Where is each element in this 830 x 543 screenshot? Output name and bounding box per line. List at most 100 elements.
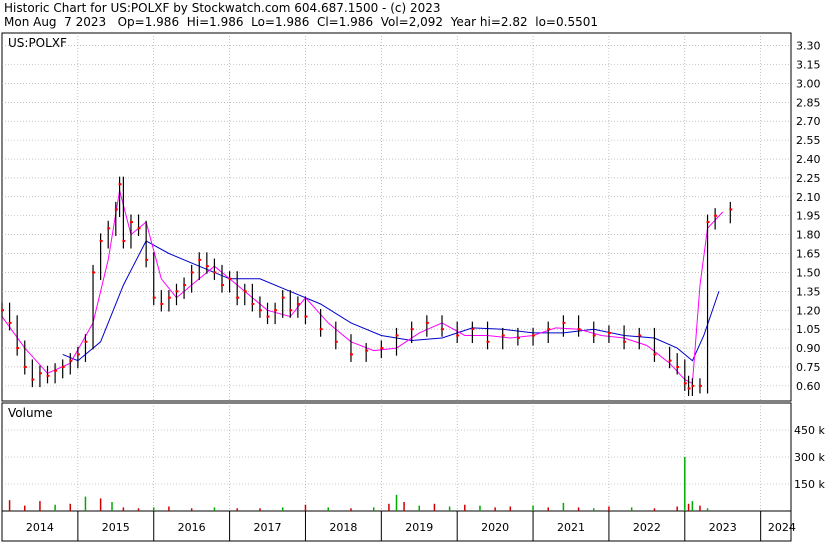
price-tick-label: 0.60 xyxy=(796,380,821,393)
price-volume-chart: 3.30 3.15 3.00 2.85 2.70 2.55 2.40 2.25 2.10 1.95… xyxy=(1,32,825,542)
price-close-mark xyxy=(486,340,490,343)
price-close-mark xyxy=(213,271,217,274)
price-close-mark xyxy=(319,328,323,331)
price-close-mark xyxy=(145,258,149,261)
price-close-mark xyxy=(54,369,58,372)
price-tick-label: 3.30 xyxy=(796,40,821,53)
price-close-mark xyxy=(183,284,187,287)
price-close-mark xyxy=(190,271,194,274)
price-close-mark xyxy=(84,340,88,343)
price-tick-label: 2.10 xyxy=(796,191,821,204)
price-tick-label: 2.40 xyxy=(796,153,821,166)
year-tick-label: 2019 xyxy=(405,521,433,534)
year-tick-label: 2024 xyxy=(768,521,796,534)
price-close-mark xyxy=(205,265,209,268)
price-close-mark xyxy=(266,315,270,318)
price-close-mark xyxy=(365,349,369,352)
price-close-mark xyxy=(38,372,42,375)
price-close-mark xyxy=(122,239,126,242)
price-tick-label: 2.55 xyxy=(796,134,821,147)
price-close-mark xyxy=(676,365,680,368)
price-close-mark xyxy=(160,302,164,305)
price-close-mark xyxy=(380,347,384,350)
price-close-mark xyxy=(706,221,710,224)
price-close-mark xyxy=(456,334,460,337)
year-tick-label: 2020 xyxy=(481,521,509,534)
price-close-mark xyxy=(425,321,429,324)
price-close-mark xyxy=(592,334,596,337)
price-close-mark xyxy=(607,331,611,334)
price-close-mark xyxy=(99,239,103,242)
price-close-mark xyxy=(349,353,353,356)
volume-panel-title: Volume xyxy=(8,406,53,420)
price-close-mark xyxy=(175,290,179,293)
price-close-mark xyxy=(118,183,122,186)
price-close-mark xyxy=(137,227,141,230)
price-close-mark xyxy=(236,296,240,299)
price-close-mark xyxy=(410,328,414,331)
price-close-mark xyxy=(76,353,80,356)
price-close-mark xyxy=(92,271,96,274)
price-close-mark xyxy=(198,258,202,261)
price-close-mark xyxy=(698,384,702,387)
price-close-mark xyxy=(16,347,20,350)
price-tick-label: 1.80 xyxy=(796,229,821,242)
price-close-mark xyxy=(221,284,225,287)
price-tick-label: 1.65 xyxy=(796,248,821,261)
price-close-mark xyxy=(69,359,73,362)
price-close-mark xyxy=(516,336,520,339)
price-close-mark xyxy=(129,221,133,224)
price-close-mark xyxy=(687,387,691,390)
price-close-mark xyxy=(61,365,65,368)
price-close-mark xyxy=(714,214,718,217)
price-panel-title: US:POLXF xyxy=(8,36,67,50)
price-close-mark xyxy=(562,321,566,324)
price-close-mark xyxy=(441,328,445,331)
price-close-mark xyxy=(501,334,505,337)
price-close-mark xyxy=(8,321,12,324)
price-close-mark xyxy=(547,328,551,331)
year-tick-label: 2018 xyxy=(329,521,357,534)
price-close-mark xyxy=(228,277,232,280)
price-close-mark xyxy=(653,353,657,356)
year-tick-label: 2016 xyxy=(178,521,206,534)
price-close-mark xyxy=(107,227,111,230)
price-tick-label: 1.95 xyxy=(796,210,821,223)
price-close-mark xyxy=(274,309,278,312)
price-tick-label: 1.05 xyxy=(796,323,821,336)
price-tick-label: 1.20 xyxy=(796,304,821,317)
price-close-mark xyxy=(152,296,156,299)
price-tick-label: 3.15 xyxy=(796,59,821,72)
price-close-mark xyxy=(251,302,255,305)
year-tick-label: 2023 xyxy=(709,521,737,534)
price-close-mark xyxy=(471,328,475,331)
price-close-mark xyxy=(334,340,338,343)
price-tick-label: 1.35 xyxy=(796,285,821,298)
price-close-mark xyxy=(683,382,687,385)
price-close-mark xyxy=(281,296,285,299)
price-close-mark xyxy=(46,374,50,377)
year-tick-label: 2014 xyxy=(26,521,54,534)
price-close-mark xyxy=(289,309,293,312)
price-close-mark xyxy=(691,384,695,387)
price-close-mark xyxy=(31,378,35,381)
price-tick-label: 0.75 xyxy=(796,361,821,374)
price-close-mark xyxy=(668,359,672,362)
price-close-mark xyxy=(638,334,642,337)
price-close-mark xyxy=(532,334,536,337)
year-tick-label: 2015 xyxy=(102,521,130,534)
volume-tick-label: 150 k xyxy=(794,478,825,491)
price-tick-label: 3.00 xyxy=(796,77,821,90)
price-close-mark xyxy=(258,309,262,312)
year-tick-label: 2021 xyxy=(557,521,585,534)
year-tick-label: 2017 xyxy=(254,521,282,534)
price-close-mark xyxy=(577,328,581,331)
price-tick-label: 1.50 xyxy=(796,266,821,279)
price-close-mark xyxy=(167,296,171,299)
price-tick-label: 2.25 xyxy=(796,172,821,185)
price-close-mark xyxy=(623,340,627,343)
price-close-mark xyxy=(114,208,118,211)
price-close-mark xyxy=(1,309,4,312)
price-tick-label: 0.90 xyxy=(796,342,821,355)
price-close-mark xyxy=(23,365,27,368)
